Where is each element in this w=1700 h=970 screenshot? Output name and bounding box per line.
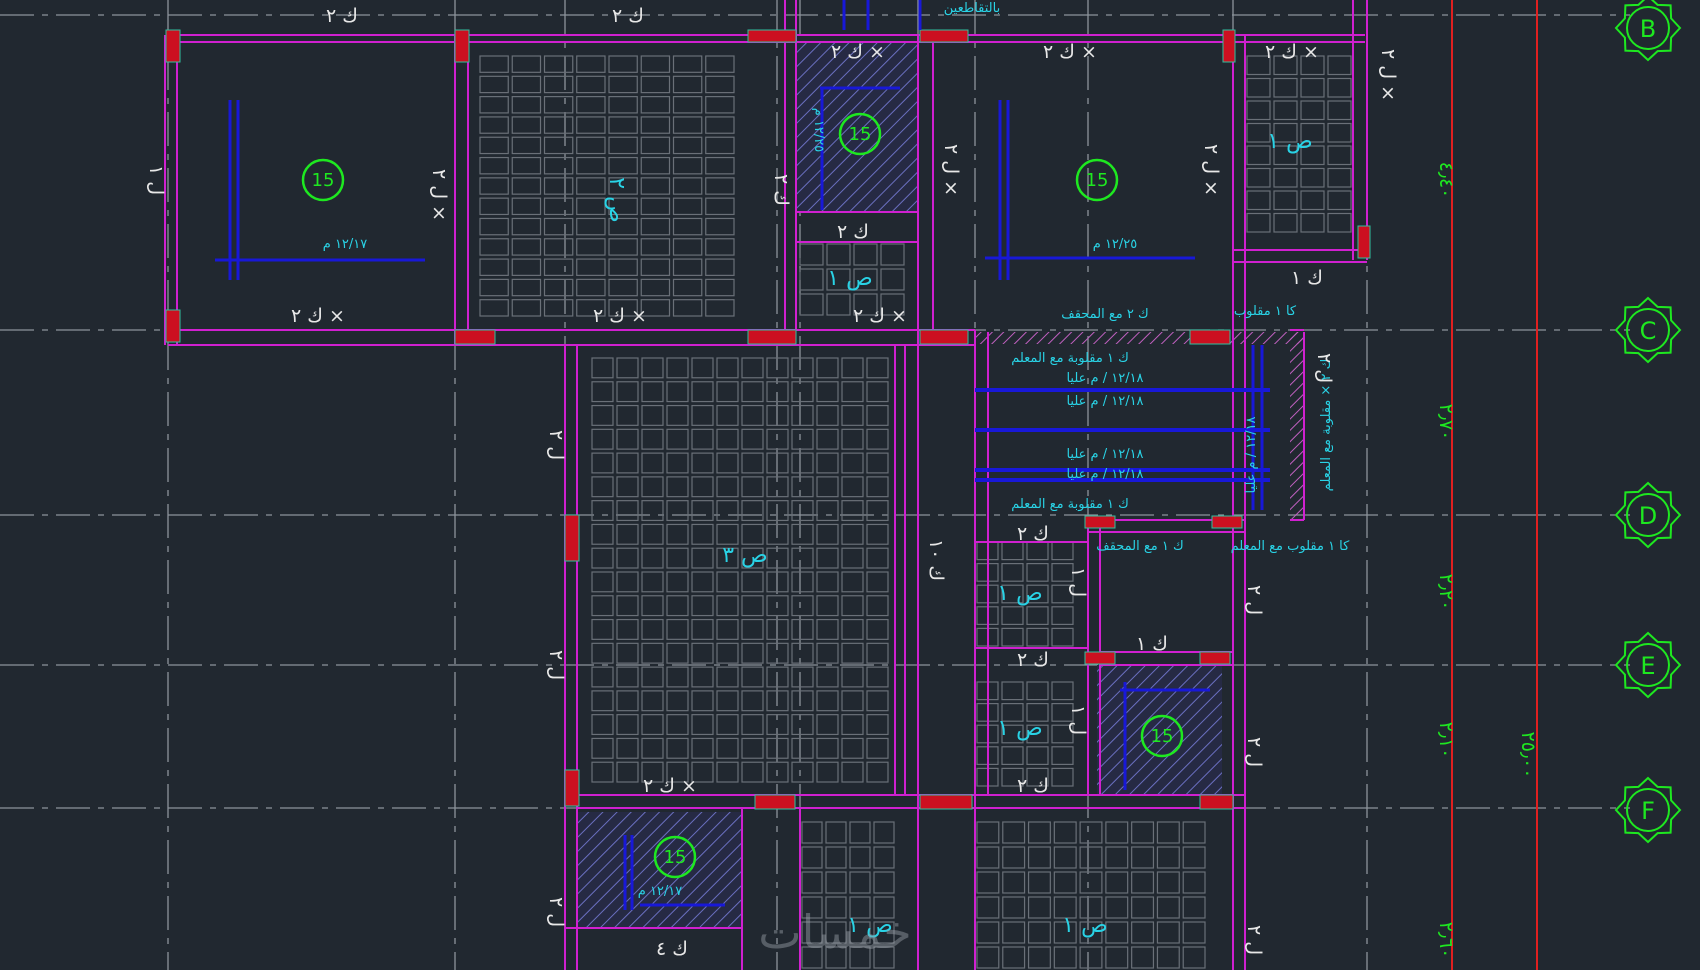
column-5	[919, 29, 969, 43]
annotation-label-35: ل ١	[1067, 567, 1089, 597]
svg-text:15: 15	[849, 124, 872, 145]
annotation-label-62: ٢٥٫٠٠	[1517, 732, 1539, 779]
svg-text:D: D	[1639, 502, 1657, 530]
annotation-label-58: ٢٫٧٠	[1435, 404, 1457, 441]
annotation-label-49: ١٢/٢٥ م	[1093, 237, 1138, 252]
column-0	[165, 29, 181, 63]
annotation-label-32: ل ٢	[1243, 737, 1265, 767]
annotation-label-30: ل ٢	[545, 897, 567, 927]
annotation-label-52: ١٢/١٨ / م عليا	[1066, 394, 1143, 409]
annotation-label-19: ك ١ مقلوبة مع المعلم	[1011, 497, 1129, 512]
annotation-label-0: ك ٢	[326, 5, 358, 27]
watermark-text: خمسات	[758, 905, 911, 959]
column-17	[1211, 515, 1243, 529]
annotation-label-48: ١٢/١٧ م	[323, 237, 368, 252]
annotation-label-3: ك ٢ ×	[1043, 41, 1097, 63]
svg-text:B: B	[1640, 15, 1656, 43]
annotation-label-29: ل ٢	[545, 650, 567, 680]
column-4	[747, 29, 797, 43]
annotation-label-12: ك ٢	[1017, 775, 1049, 797]
column-14	[919, 794, 973, 810]
annotation-label-44: ص ١	[997, 716, 1042, 741]
annotation-label-38: ك ١٠	[925, 539, 947, 581]
annotation-label-55: ١٢/١٨ / م عليا	[1244, 416, 1259, 493]
column-13	[754, 794, 796, 810]
annotation-label-8: ك ٢ ×	[643, 775, 697, 797]
annotation-label-26: ل ٢ ×	[1200, 144, 1222, 196]
annotation-label-6: ك ٢ ×	[593, 305, 647, 327]
annotation-label-42: ص ٣	[722, 543, 767, 568]
annotation-label-2: ك ٢ ×	[831, 41, 885, 63]
annotation-label-60: ٢٫١٠	[1435, 722, 1457, 759]
annotation-label-24: ل ٢ ×	[428, 169, 450, 221]
annotation-label-57: ٤٫٤٠	[1435, 162, 1457, 199]
annotation-label-25: ل ٢ ×	[940, 144, 962, 196]
svg-text:C: C	[1640, 317, 1657, 345]
annotation-label-37: ك ٢	[770, 174, 792, 206]
column-15	[1199, 794, 1234, 810]
floor-plan-drawing[interactable]: 15 15 15 15 15 B C D E F ك ٢ ك ٢ ك ٢ × ك ٢ × ك ٢ × ك …	[0, 0, 1700, 970]
annotation-label-43: ص ١	[997, 581, 1042, 606]
column-11	[564, 514, 580, 562]
annotation-label-53: ١٢/١٨ / م عليا	[1066, 447, 1143, 462]
svg-text:15: 15	[1086, 170, 1109, 191]
annotation-label-13: ك ١	[1291, 267, 1323, 289]
annotation-label-27: ل ٢ ×	[1377, 49, 1399, 101]
annotation-label-54: ١٢/١٨ / م عليا	[1066, 467, 1143, 482]
annotation-label-31: ل ٢	[1243, 585, 1265, 615]
annotation-label-47: ١٢/٢٥ م	[811, 108, 826, 153]
annotation-label-10: ك ٢	[1017, 523, 1049, 545]
annotation-label-40: ص ١	[1267, 129, 1312, 154]
column-7	[1357, 225, 1371, 259]
cad-drawing-canvas[interactable]: 15 15 15 15 15 B C D E F ك ٢ ك ٢ ك ٢ × ك ٢ × ك ٢ × ك …	[0, 0, 1700, 970]
annotation-label-18: ك ١ مقلوبة مع المعلم	[1011, 351, 1129, 366]
annotation-label-59: ٢٫٢٠	[1435, 574, 1457, 611]
annotation-label-16: ك ٢ مع المحقف	[1061, 307, 1149, 322]
annotation-label-14: ك ١	[1136, 633, 1168, 655]
annotation-label-33: ل ٢	[1243, 925, 1265, 955]
annotation-label-61: ٢٫٦٠	[1435, 922, 1457, 959]
annotation-label-41: ص ١	[827, 266, 872, 291]
column-2	[454, 29, 470, 63]
annotation-label-15: ك ٤	[656, 938, 688, 960]
column-9	[919, 329, 969, 345]
annotation-label-9: ك ٢	[837, 221, 869, 243]
column-10	[1189, 329, 1231, 345]
column-6	[1222, 29, 1236, 63]
annotation-label-28: ل ٢	[545, 430, 567, 460]
annotation-label-34: ل ٢	[1313, 353, 1335, 383]
column-18	[1084, 651, 1116, 665]
svg-text:F: F	[1641, 797, 1655, 825]
annotation-label-7: ك ٢ ×	[853, 305, 907, 327]
annotation-label-56: بالتقاطعين	[944, 1, 1000, 16]
svg-text:15: 15	[312, 170, 335, 191]
column-1	[165, 309, 181, 343]
annotation-label-36: ل ١	[1067, 705, 1089, 735]
annotation-label-39: ص ٢	[604, 177, 629, 222]
column-12	[564, 769, 580, 807]
svg-text:15: 15	[1151, 726, 1174, 747]
annotation-label-11: ك ٢	[1017, 649, 1049, 671]
annotation-label-20: كا ١ مقلوب	[1234, 304, 1297, 319]
stair-hatch-top	[975, 332, 1305, 344]
column-8	[747, 329, 797, 345]
svg-text:E: E	[1640, 652, 1655, 680]
annotation-label-51: ١٢/١٨ / م عليا	[1066, 371, 1143, 386]
svg-text:15: 15	[664, 847, 687, 868]
annotation-label-4: ك ٢ ×	[1265, 41, 1319, 63]
annotation-label-5: ك ٢ ×	[291, 305, 345, 327]
stair-hatch-right	[1290, 332, 1304, 520]
column-3	[454, 329, 496, 345]
annotation-label-21: كا ١ مقلوب مع المعلم	[1231, 539, 1350, 554]
annotation-label-17: ك ١ مع المحقف	[1096, 539, 1184, 554]
annotation-label-46: ص ١	[1062, 913, 1107, 938]
column-19	[1199, 651, 1231, 665]
annotation-label-50: ١٢/١٧ م	[638, 884, 683, 899]
column-16	[1084, 515, 1116, 529]
annotation-label-1: ك ٢	[612, 5, 644, 27]
annotation-label-23: ل ١	[145, 165, 167, 195]
